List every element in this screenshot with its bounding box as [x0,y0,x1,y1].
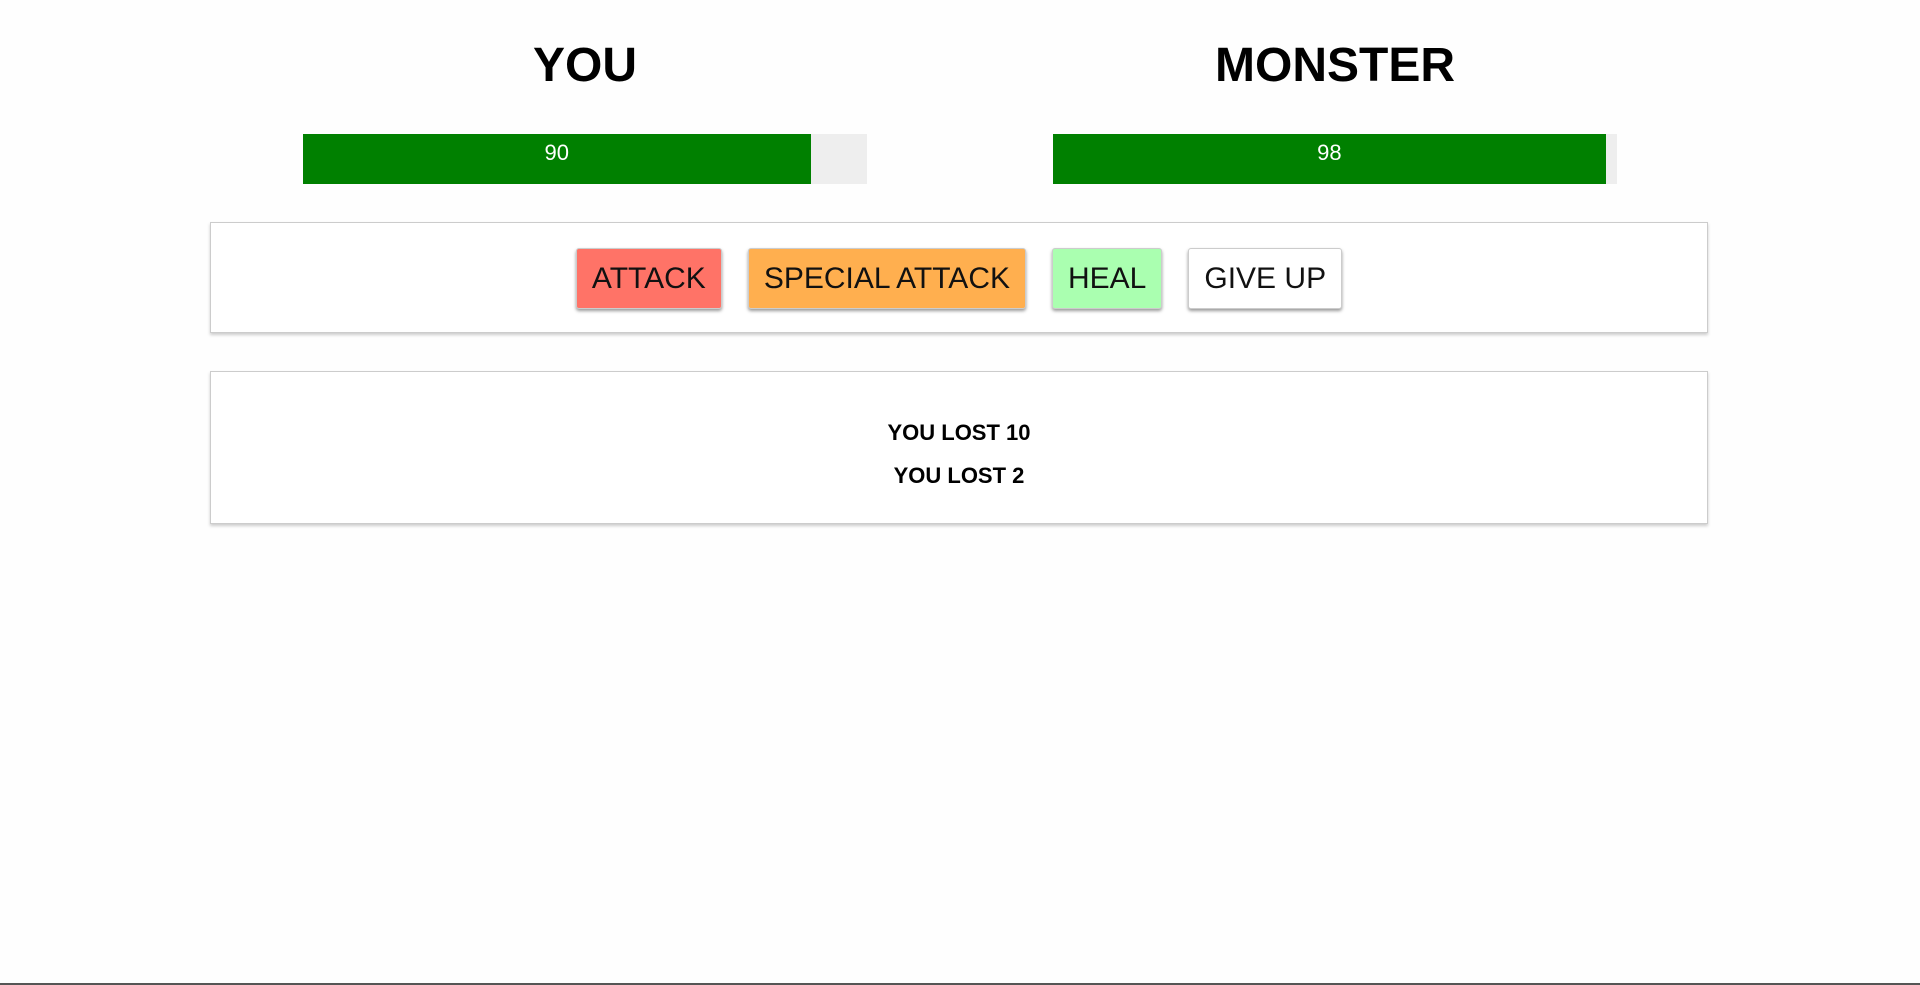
log-entry: YOU LOST 10 [887,420,1031,445]
player-health-fill: 90 [303,134,811,184]
special-attack-button[interactable]: SPECIAL ATTACK [747,248,1026,309]
battle-log: YOU LOST 10 YOU LOST 2 [210,371,1708,524]
player-name: YOU [532,39,637,92]
players-section: YOU 90 MONSTER 98 [210,0,1710,200]
attack-button[interactable]: ATTACK [575,248,722,309]
log-entry: YOU LOST 2 [893,463,1025,488]
player-you: YOU 90 [303,0,867,184]
player-monster: MONSTER 98 [1053,0,1617,184]
controls-panel: ATTACK SPECIAL ATTACK HEAL GIVE UP [210,222,1708,333]
heal-button[interactable]: HEAL [1052,248,1163,309]
monster-healthbar: 98 [1053,134,1617,184]
log-list: YOU LOST 10 YOU LOST 2 [211,411,1707,497]
monster-name: MONSTER [1215,39,1455,92]
monster-health-fill: 98 [1053,134,1606,184]
give-up-button[interactable]: GIVE UP [1188,248,1343,309]
player-healthbar: 90 [303,134,867,184]
